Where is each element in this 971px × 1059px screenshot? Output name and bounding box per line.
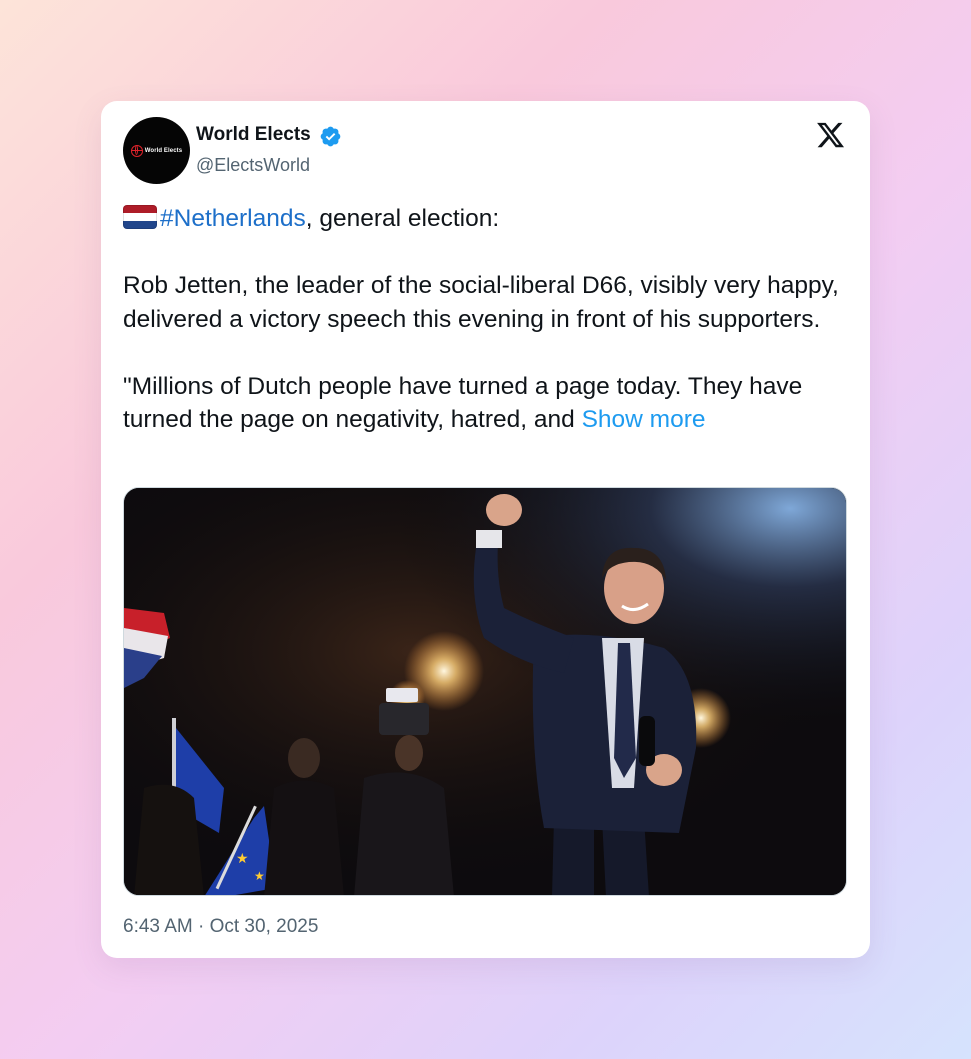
show-more-link[interactable]: Show more xyxy=(582,406,706,433)
avatar-logo-text: World Elects xyxy=(144,147,183,154)
svg-text:★: ★ xyxy=(236,851,249,867)
hashtag-netherlands-link[interactable]: #Netherlands xyxy=(160,205,306,232)
globe-icon xyxy=(130,144,143,157)
verified-badge-icon xyxy=(320,126,341,147)
tweet-paragraph-2: Rob Jetten, the leader of the social-lib… xyxy=(123,272,839,333)
line1-suffix: , general election: xyxy=(305,205,500,232)
tweet-card: World Elects World Elects @ElectsWorld #… xyxy=(101,101,870,958)
author-handle[interactable]: @ElectsWorld xyxy=(196,155,310,176)
tweet-line-1: #Netherlands, general election: xyxy=(123,202,853,236)
x-logo-icon[interactable] xyxy=(815,120,846,150)
photo-man-raising-fist-icon: ★ ★ xyxy=(124,488,846,895)
tweet-paragraph-3: "Millions of Dutch people have turned a … xyxy=(123,370,853,437)
avatar[interactable]: World Elects xyxy=(123,117,190,184)
netherlands-flag-icon xyxy=(123,205,157,229)
timestamp[interactable]: 6:43 AM · Oct 30, 2025 xyxy=(123,916,318,938)
tweet-text: #Netherlands, general election: Rob Jett… xyxy=(123,202,853,437)
tweet-photo[interactable]: ★ ★ xyxy=(123,487,847,896)
svg-text:★: ★ xyxy=(254,869,265,883)
author-name[interactable]: World Elects xyxy=(196,124,311,146)
